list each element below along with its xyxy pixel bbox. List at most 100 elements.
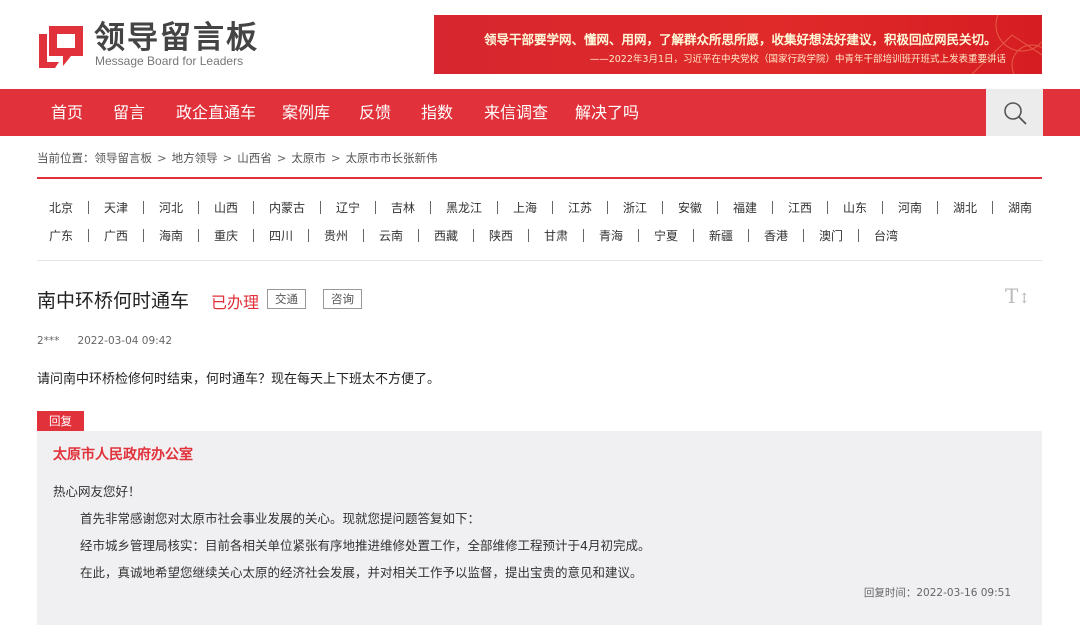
province-link[interactable]: 贵州 [324,227,348,244]
province-link[interactable]: 河北 [159,199,183,216]
province-separator [992,201,993,214]
nav-item-resolved[interactable]: 解决了吗 [575,89,639,136]
province-link[interactable]: 江西 [788,199,812,216]
nav-item-feedback[interactable]: 反馈 [359,89,391,136]
province-separator [473,229,474,242]
tag-traffic[interactable]: 交通 [267,289,306,309]
breadcrumb-item[interactable]: 山西省 [237,151,272,165]
province-link[interactable]: 浙江 [623,199,647,216]
site-logo[interactable]: 领导留言板 Message Board for Leaders [37,20,287,70]
nav-item-message[interactable]: 留言 [113,89,145,136]
slogan-banner[interactable]: 领导干部要学网、懂网、用网，了解群众所思所愿，收集好想法好建议，积极回应网民关切… [434,15,1042,74]
province-link[interactable]: 北京 [49,199,73,216]
nav-item-cases[interactable]: 案例库 [282,89,330,136]
province-link[interactable]: 西藏 [434,227,458,244]
province-separator [937,201,938,214]
breadcrumb-prefix: 当前位置： [37,151,95,165]
province-link[interactable]: 安徽 [678,199,702,216]
province-link[interactable]: 湖南 [1008,199,1032,216]
reply-paragraph: 经市城乡管理局核实：目前各相关单位紧张有序地推进维修处置工作，全部维修工程预计于… [80,538,651,553]
province-link[interactable]: 河南 [898,199,922,216]
tag-consult[interactable]: 咨询 [323,289,362,309]
breadcrumb: 当前位置：领导留言板 > 地方领导 > 山西省 > 太原市 > 太原市市长张新伟 [37,150,438,166]
reply-paragraph: 在此，真诚地希望您继续关心太原的经济社会发展，并对相关工作予以监督，提出宝贵的意… [80,565,643,580]
nav-item-index[interactable]: 指数 [421,89,453,136]
province-link[interactable]: 甘肃 [544,227,568,244]
province-link[interactable]: 四川 [269,227,293,244]
province-link[interactable]: 天津 [104,199,128,216]
province-separator [320,201,321,214]
breadcrumb-item[interactable]: 太原市 [291,151,326,165]
province-link[interactable]: 上海 [513,199,537,216]
breadcrumb-item[interactable]: 领导留言板 [95,151,153,165]
province-separator [693,229,694,242]
province-separator [583,229,584,242]
province-link[interactable]: 山西 [214,199,238,216]
province-separator [198,229,199,242]
province-separator [803,229,804,242]
font-size-icon[interactable]: T↕ [1005,284,1030,308]
message-title: 南中环桥何时通车 [37,290,190,312]
province-link[interactable]: 台湾 [874,227,898,244]
province-link[interactable]: 福建 [733,199,757,216]
message-time: 2022-03-04 09:42 [77,335,173,347]
province-link[interactable]: 云南 [379,227,403,244]
province-link[interactable]: 吉林 [391,199,415,216]
banner-slogan: 领导干部要学网、懂网、用网，了解群众所思所愿，收集好想法好建议，积极回应网民关切… [484,32,997,47]
message-user: 2*** [37,335,60,347]
province-separator [497,201,498,214]
site-header: 领导留言板 Message Board for Leaders 领导干部要学网、… [0,0,1080,89]
nav-item-survey[interactable]: 来信调查 [484,89,548,136]
nav-item-home[interactable]: 首页 [51,89,83,136]
reply-time-label: 回复时间： [863,587,917,599]
province-link[interactable]: 江苏 [568,199,592,216]
reply-tab: 回复 [37,411,84,431]
province-separator [772,201,773,214]
province-separator [375,201,376,214]
breadcrumb-item[interactable]: 太原市市长张新伟 [346,151,438,165]
logo-title: 领导留言板 [94,20,259,56]
logo-mark-icon [39,26,83,68]
divider [37,260,1042,261]
province-separator [662,201,663,214]
breadcrumb-item[interactable]: 地方领导 [172,151,218,165]
province-link[interactable]: 广西 [104,227,128,244]
reply-org: 太原市人民政府办公室 [53,447,193,463]
province-separator [253,201,254,214]
province-separator [363,229,364,242]
reply-box: 太原市人民政府办公室 热心网友您好！ 首先非常感谢您对太原市社会事业发展的关心。… [37,431,1042,625]
search-button[interactable] [986,89,1043,136]
province-link[interactable]: 黑龙江 [446,199,482,216]
province-link[interactable]: 青海 [599,227,623,244]
province-link[interactable]: 山东 [843,199,867,216]
province-separator [253,229,254,242]
province-link[interactable]: 海南 [159,227,183,244]
banner-source: ——2022年3月1日，习近平在中央党校（国家行政学院）中青年干部培训班开班式上… [589,54,1006,65]
province-separator [858,229,859,242]
province-link[interactable]: 香港 [764,227,788,244]
province-link[interactable]: 重庆 [214,227,238,244]
province-separator [528,229,529,242]
province-separator [607,201,608,214]
province-link[interactable]: 新疆 [709,227,733,244]
reply-greeting: 热心网友您好！ [53,484,141,499]
province-link[interactable]: 湖北 [953,199,977,216]
province-link[interactable]: 宁夏 [654,227,678,244]
province-separator [717,201,718,214]
province-link[interactable]: 辽宁 [336,199,360,216]
main-nav: 首页 留言 政企直通车 案例库 反馈 指数 来信调查 解决了吗 [0,89,1080,136]
reply-paragraph: 首先非常感谢您对太原市社会事业发展的关心。现就您提问题答复如下： [80,511,481,526]
province-separator [748,229,749,242]
nav-item-enterprise[interactable]: 政企直通车 [176,89,256,136]
province-separator [638,229,639,242]
message-meta: 2*** 2022-03-04 09:42 [37,335,172,347]
province-separator [308,229,309,242]
province-link[interactable]: 澳门 [819,227,843,244]
breadcrumb-separator: > [222,151,233,165]
province-separator [198,201,199,214]
province-separator [88,201,89,214]
province-link[interactable]: 陕西 [489,227,513,244]
province-link[interactable]: 内蒙古 [269,199,305,216]
message-content: 请问南中环桥检修何时结束，何时通车？现在每天上下班太不方便了。 [37,372,441,387]
province-link[interactable]: 广东 [49,227,73,244]
